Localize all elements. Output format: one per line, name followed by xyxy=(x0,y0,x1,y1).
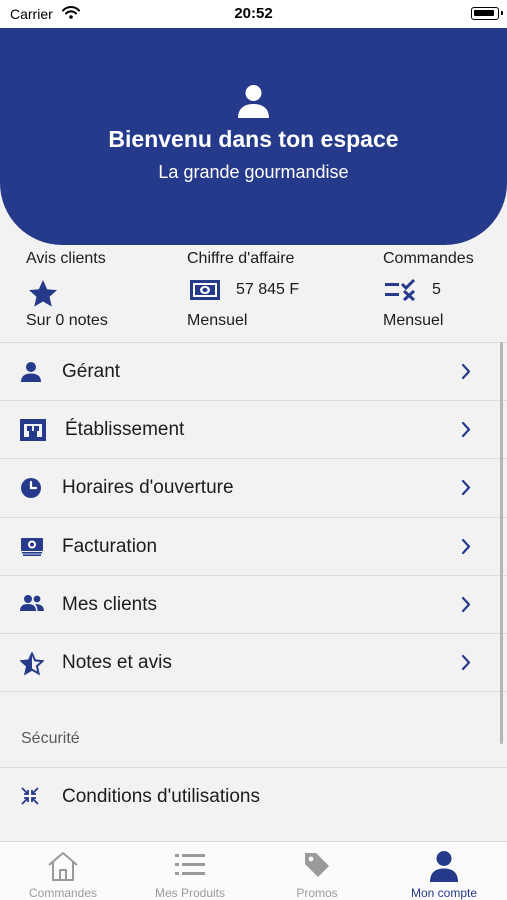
tab-label: Promos xyxy=(296,886,338,900)
clock-icon xyxy=(20,477,44,499)
stat-revenue-title: Chiffre d'affaire xyxy=(187,250,295,267)
menu-item-label: Notes et avis xyxy=(62,651,172,673)
chevron-right-icon xyxy=(461,421,471,443)
tab-promos[interactable]: Promos xyxy=(254,842,380,900)
security-section-title: Sécurité xyxy=(21,730,80,748)
shop-name: La grande gourmandise xyxy=(158,162,349,182)
stat-reviews-title: Avis clients xyxy=(26,250,106,267)
tab-label: Mon compte xyxy=(410,886,478,900)
storefront-icon xyxy=(20,419,46,442)
menu-item-label: Mes clients xyxy=(62,593,158,615)
menu-item-facturation[interactable]: Facturation xyxy=(0,516,507,575)
menu-item-label: Gérant xyxy=(62,361,121,382)
tag-icon xyxy=(254,851,380,879)
profile-header: Bienvenu dans ton espace La grande gourm… xyxy=(0,28,507,245)
chevron-right-icon xyxy=(461,538,471,560)
person-icon xyxy=(20,361,44,383)
compress-icon xyxy=(20,786,44,808)
menu-item-label: Établissement xyxy=(65,419,185,441)
menu-item-conditions[interactable]: Conditions d'utilisations xyxy=(0,767,507,825)
stat-revenue-value: 57 845 F xyxy=(236,281,300,298)
tab-mon-compte[interactable]: Mon compte xyxy=(381,842,507,900)
chevron-right-icon xyxy=(461,654,471,676)
tab-label: Commandes xyxy=(28,886,98,900)
tab-commandes[interactable]: Commandes xyxy=(0,842,126,900)
star-icon xyxy=(26,278,60,315)
status-time: 20:52 xyxy=(234,5,273,22)
chevron-right-icon xyxy=(461,363,471,385)
account-menu: Gérant Établissement Horaires d'ouvertur… xyxy=(0,342,507,825)
star-half-icon xyxy=(19,650,45,676)
menu-item-label: Conditions d'utilisations xyxy=(62,786,260,808)
tab-bar: Commandes Mes Produits Promos Mon compte xyxy=(0,841,507,900)
scrollbar[interactable] xyxy=(500,342,503,744)
people-icon xyxy=(20,594,44,616)
stat-orders-value: 5 xyxy=(432,281,441,298)
money-icon xyxy=(20,536,44,558)
user-avatar-icon xyxy=(237,84,270,123)
menu-item-notes-avis[interactable]: Notes et avis xyxy=(0,632,507,691)
menu-item-clients[interactable]: Mes clients xyxy=(0,574,507,633)
menu-item-gerant[interactable]: Gérant xyxy=(0,342,507,400)
menu-item-label: Facturation xyxy=(62,535,158,557)
welcome-title: Bienvenu dans ton espace xyxy=(108,126,399,152)
account-icon xyxy=(381,850,507,882)
menu-item-label: Horaires d'ouverture xyxy=(62,477,234,499)
stat-orders-title: Commandes xyxy=(383,250,474,267)
menu-item-horaires[interactable]: Horaires d'ouverture xyxy=(0,458,507,516)
list-icon xyxy=(127,854,253,876)
banknote-icon xyxy=(190,280,220,305)
home-icon xyxy=(0,850,126,882)
stat-reviews-subtitle: Sur 0 notes xyxy=(26,312,108,329)
battery-icon xyxy=(471,7,503,20)
status-bar: Carrier 20:52 xyxy=(0,0,507,28)
menu-item-etablissement[interactable]: Établissement xyxy=(0,400,507,458)
tab-label: Mes Produits xyxy=(154,886,226,900)
chevron-right-icon xyxy=(461,479,471,501)
stat-orders-subtitle: Mensuel xyxy=(383,312,444,329)
tab-mes-produits[interactable]: Mes Produits xyxy=(127,842,253,900)
security-section-header: Sécurité xyxy=(0,691,507,767)
chevron-right-icon xyxy=(461,596,471,618)
stat-revenue-subtitle: Mensuel xyxy=(187,312,248,329)
checklist-icon xyxy=(385,278,417,306)
